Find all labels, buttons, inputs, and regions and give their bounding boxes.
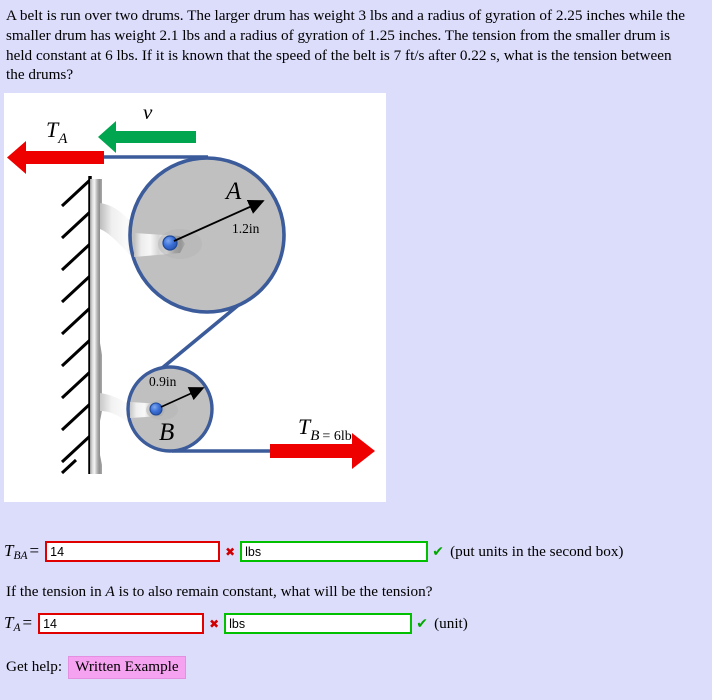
tba-value-status-icon: ✖	[225, 544, 236, 559]
belt-drum-diagram: 1.2in A 0.9in B TA v TB = 6lb	[7, 100, 375, 475]
velocity-arrow	[98, 121, 196, 153]
tension-a-arrow	[7, 141, 104, 174]
tension-b-label: TB = 6lb	[298, 414, 352, 444]
tba-unit-input[interactable]	[240, 541, 429, 563]
tension-a-label: TA	[46, 117, 68, 147]
velocity-label: v	[143, 100, 153, 124]
followup-question: If the tension in A is to also remain co…	[6, 583, 432, 601]
answer-row-ta: TA= ✖ ✔ (unit)	[4, 613, 468, 634]
ta-label: TA =	[4, 613, 33, 635]
followup-emphasis: A	[105, 583, 115, 600]
figure-panel: 1.2in A 0.9in B TA v TB = 6lb	[4, 93, 386, 502]
ta-unit-input[interactable]	[224, 613, 413, 635]
followup-part1: If the tension in	[6, 583, 106, 600]
ta-value-input[interactable]	[38, 613, 205, 635]
drum-a-hub	[162, 235, 178, 251]
drum-b-hub	[149, 402, 163, 416]
written-example-button[interactable]: Written Example	[68, 656, 186, 679]
ta-unit-status-icon: ✔	[416, 615, 428, 632]
followup-part2: is to also remain constant, what will be…	[114, 583, 433, 600]
tba-hint: (put units in the second box)	[450, 542, 624, 560]
drum-a-radius-label: 1.2in	[232, 221, 260, 236]
get-help-label: Get help:	[6, 658, 63, 676]
drum-b-radius-label: 0.9in	[149, 374, 177, 389]
problem-statement: A belt is run over two drums. The larger…	[6, 7, 685, 84]
tba-unit-status-icon: ✔	[432, 543, 444, 560]
drum-a-label: A	[224, 178, 242, 205]
tba-value-input[interactable]	[45, 541, 221, 563]
ta-value-status-icon: ✖	[209, 616, 220, 631]
wall-hatching	[60, 178, 92, 475]
get-help-row: Get help: Written Example	[6, 656, 186, 679]
drum-b-label: B	[159, 419, 174, 446]
answer-row-tba: TBA= ✖ ✔ (put units in the second box)	[4, 541, 624, 562]
ta-hint: (unit)	[434, 614, 468, 632]
tba-label: TBA =	[4, 541, 40, 563]
